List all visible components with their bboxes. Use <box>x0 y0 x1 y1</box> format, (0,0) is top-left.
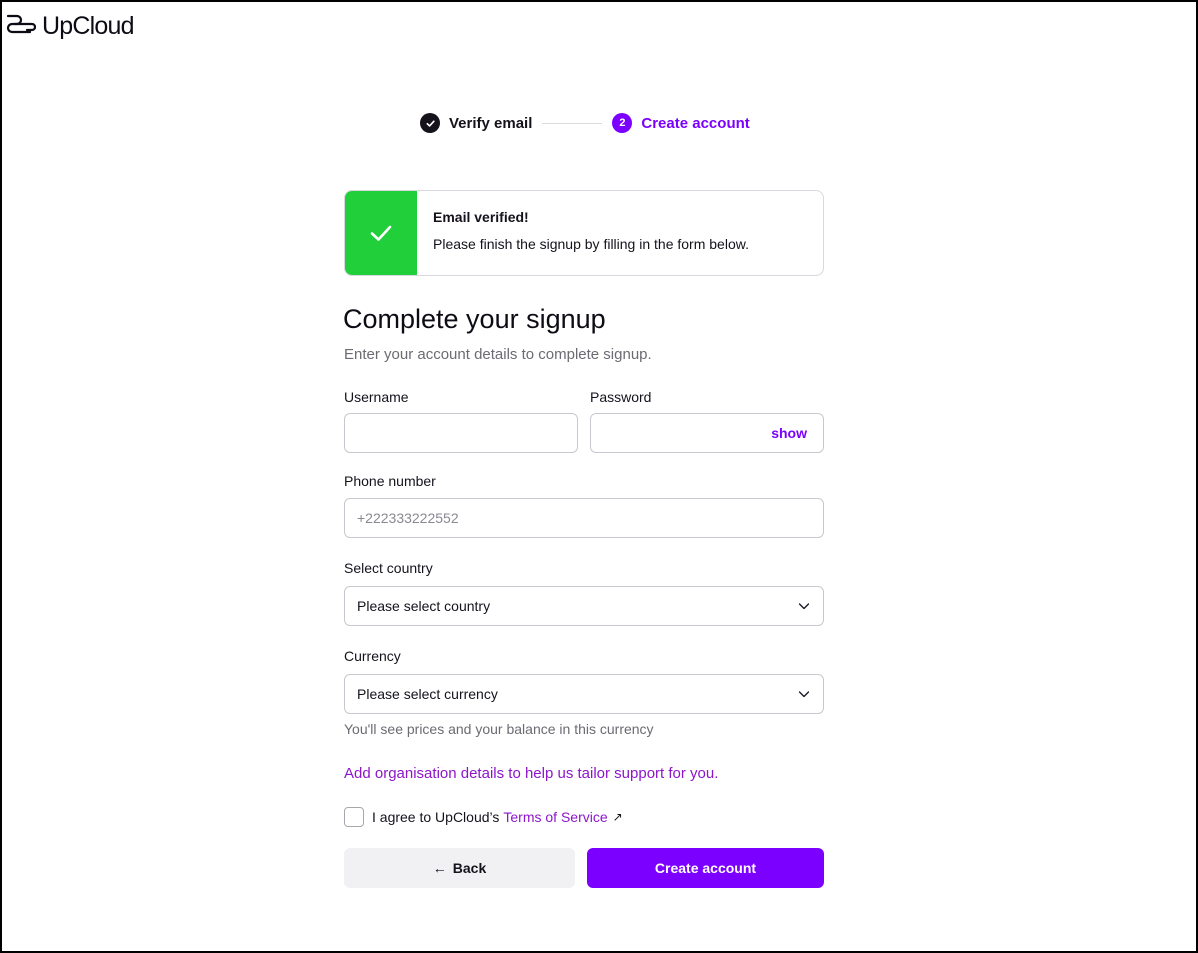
arrow-left-icon: ← <box>432 860 447 876</box>
upcloud-logo[interactable]: UpCloud <box>4 12 134 41</box>
step-connector <box>542 122 603 124</box>
signup-stepper: Verify email 2 Create account <box>420 113 750 133</box>
currency-select-value: Please select currency <box>357 686 498 702</box>
chevron-down-icon <box>797 687 811 701</box>
password-label: Password <box>590 389 652 405</box>
username-label: Username <box>344 389 409 405</box>
show-password-toggle[interactable]: show <box>771 425 807 441</box>
phone-input[interactable] <box>345 499 823 537</box>
check-icon <box>345 191 417 275</box>
step-create-account: 2 Create account <box>612 113 750 133</box>
external-link-icon: ↗ <box>612 810 623 824</box>
currency-select[interactable]: Please select currency <box>344 674 824 714</box>
password-field-wrapper: show <box>590 413 824 453</box>
step-number-badge: 2 <box>612 113 633 133</box>
currency-hint: You'll see prices and your balance in th… <box>344 721 654 737</box>
create-account-button-label: Create account <box>654 860 757 876</box>
create-account-button[interactable]: Create account <box>587 848 824 888</box>
logo-wordmark: UpCloud <box>42 12 134 40</box>
phone-label: Phone number <box>344 473 436 489</box>
country-select-value: Please select country <box>357 598 491 614</box>
add-organisation-link[interactable]: Add organisation details to help us tail… <box>344 765 718 782</box>
terms-agreement: I agree to UpCloud’s Terms of Service ↗ <box>344 807 623 827</box>
username-input[interactable] <box>345 414 577 452</box>
country-select[interactable]: Please select country <box>344 586 824 626</box>
step-label: Verify email <box>449 114 533 132</box>
terms-of-service-link[interactable]: Terms of Service <box>503 809 607 825</box>
terms-text: I agree to UpCloud’s <box>372 809 500 825</box>
phone-field-wrapper <box>344 498 824 538</box>
page-title: Complete your signup <box>343 304 606 334</box>
upcloud-logo-icon <box>4 12 37 41</box>
page-subtitle: Enter your account details to complete s… <box>344 346 652 363</box>
step-verify-email: Verify email <box>420 113 532 133</box>
back-button[interactable]: ← Back <box>344 848 575 888</box>
chevron-down-icon <box>797 599 811 613</box>
terms-checkbox[interactable] <box>344 807 364 827</box>
country-label: Select country <box>344 560 433 576</box>
currency-label: Currency <box>344 648 401 664</box>
alert-text: Please finish the signup by filling in t… <box>433 236 749 252</box>
back-button-label: Back <box>452 860 487 876</box>
step-label: Create account <box>641 114 750 132</box>
alert-title: Email verified! <box>433 209 529 225</box>
email-verified-alert: Email verified! Please finish the signup… <box>344 190 824 276</box>
username-field-wrapper <box>344 413 578 453</box>
check-icon <box>420 113 440 133</box>
